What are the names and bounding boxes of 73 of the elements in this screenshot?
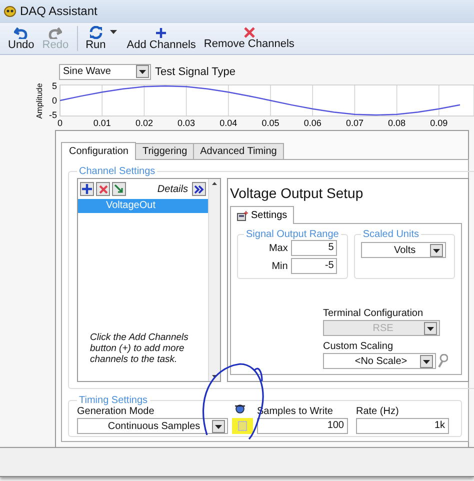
tick-label: 0.03 bbox=[178, 118, 196, 128]
window-title: DAQ Assistant bbox=[20, 4, 98, 18]
caret-icon[interactable] bbox=[110, 30, 117, 34]
tick-label: 0.08 bbox=[388, 118, 406, 128]
caret-icon bbox=[427, 326, 434, 330]
axis-label: Amplitude bbox=[35, 83, 44, 119]
undo-button[interactable]: Undo bbox=[4, 23, 38, 54]
details-label: Details bbox=[157, 184, 188, 194]
refresh-icon bbox=[88, 26, 103, 39]
field-label: Custom Scaling bbox=[323, 341, 394, 352]
plus-icon bbox=[155, 26, 168, 38]
field-label: Max bbox=[268, 242, 288, 254]
close-icon bbox=[98, 184, 108, 194]
caret-icon bbox=[423, 360, 430, 364]
group-title: Timing Settings bbox=[78, 395, 149, 406]
tick-label: 0.04 bbox=[220, 118, 238, 128]
details-button[interactable] bbox=[192, 182, 206, 196]
tick-label: 0 bbox=[58, 118, 62, 128]
dropdown-button[interactable] bbox=[136, 65, 149, 78]
field-label: Rate (Hz) bbox=[356, 406, 400, 417]
remove-button[interactable]: Remove Channels bbox=[200, 23, 298, 54]
caret-icon bbox=[432, 248, 440, 252]
tick-label: 0.05 bbox=[262, 118, 280, 128]
min-field[interactable]: -5 bbox=[290, 258, 337, 274]
tab[interactable]: Settings bbox=[230, 206, 294, 224]
field-label: Test Signal Type bbox=[155, 66, 236, 78]
tick-label: 0.07 bbox=[346, 118, 364, 128]
group-title: Channel Settings bbox=[78, 166, 156, 177]
units-dropdown[interactable]: Volts bbox=[360, 242, 446, 258]
field-label: Min bbox=[270, 260, 288, 272]
run-button[interactable]: Run bbox=[82, 23, 110, 54]
max-field[interactable]: 5 bbox=[290, 240, 337, 256]
group-title: Scaled Units bbox=[362, 229, 420, 240]
close-icon bbox=[244, 27, 255, 38]
undo-icon bbox=[14, 26, 28, 38]
app-icon bbox=[4, 6, 16, 16]
remove-button[interactable] bbox=[96, 182, 110, 196]
redo-icon bbox=[48, 26, 62, 38]
field-label: Terminal Configuration bbox=[323, 308, 424, 319]
add-button[interactable] bbox=[80, 182, 94, 196]
tab[interactable]: Advanced Timing bbox=[193, 143, 284, 159]
tick-label: 0.06 bbox=[304, 118, 322, 128]
tick-label: 0.09 bbox=[430, 118, 448, 128]
tick-label: 0 bbox=[52, 96, 58, 106]
rate-field[interactable]: 1k bbox=[356, 418, 449, 434]
plus-icon bbox=[82, 184, 92, 194]
tick-label: -5 bbox=[49, 110, 58, 120]
tab[interactable]: Triggering bbox=[135, 143, 194, 159]
samples-field[interactable]: 100 bbox=[257, 418, 348, 434]
square-icon bbox=[238, 421, 247, 431]
dropdown-button[interactable] bbox=[212, 420, 225, 433]
window-icon bbox=[237, 210, 248, 220]
caret-icon bbox=[139, 70, 146, 74]
add-button[interactable]: Add Channels bbox=[122, 23, 200, 54]
signal-type-dropdown[interactable]: Sine Wave bbox=[59, 64, 151, 80]
tick-label: 0.02 bbox=[135, 118, 153, 128]
scroll-down-icon[interactable] bbox=[212, 375, 217, 378]
tick-label: 5 bbox=[52, 81, 58, 91]
sort-button[interactable] bbox=[112, 182, 126, 196]
dropdown-button[interactable] bbox=[430, 244, 443, 257]
generation-mode-dropdown[interactable]: Continuous Samples bbox=[77, 418, 228, 434]
dropdown-button[interactable] bbox=[420, 355, 433, 368]
hint-text: Click the Add Channels button (+) to add more channels to the task. bbox=[89, 332, 190, 367]
double-chevron-icon bbox=[194, 184, 204, 194]
scroll-up-icon[interactable] bbox=[212, 182, 217, 185]
group-title: Signal Output Range bbox=[245, 229, 340, 240]
caret-icon bbox=[215, 424, 222, 428]
tab[interactable]: Configuration bbox=[61, 142, 136, 160]
scaling-dropdown[interactable]: <No Scale> bbox=[323, 353, 436, 369]
field-label: Generation Mode bbox=[77, 406, 156, 417]
tick-label: 0.01 bbox=[93, 118, 111, 128]
arrow-icon bbox=[114, 184, 124, 194]
section-title: Voltage Output Setup bbox=[230, 185, 364, 201]
